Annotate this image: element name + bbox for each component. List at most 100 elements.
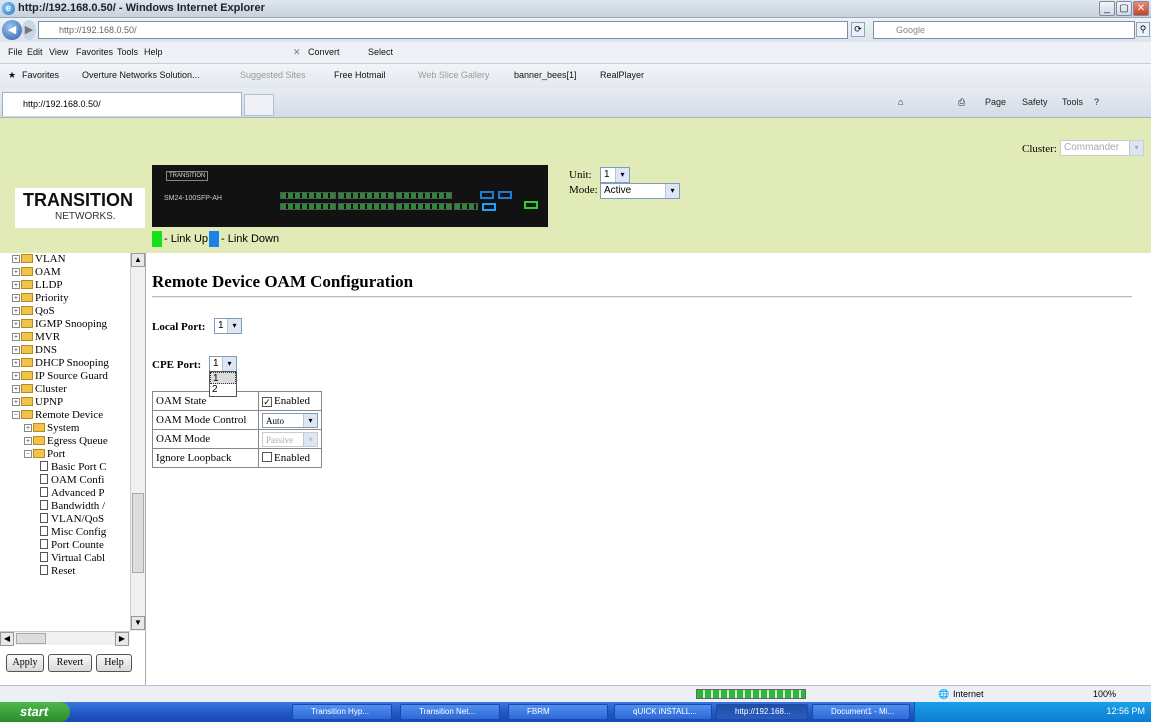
help-icon[interactable]: ?	[1094, 97, 1099, 107]
port-block[interactable]	[454, 203, 478, 210]
tree-item-igmp[interactable]: + IGMP Snooping	[12, 318, 107, 330]
revert-button[interactable]: Revert	[48, 654, 92, 672]
scroll-right-icon[interactable]: ▶	[115, 632, 129, 646]
scroll-up-icon[interactable]: ▲	[131, 253, 145, 267]
tree-item-egress-queue[interactable]: + Egress Queue	[24, 435, 130, 447]
close-button[interactable]: ✕	[1133, 1, 1149, 16]
minimize-button[interactable]: _	[1099, 1, 1115, 16]
tree-item-remote-device[interactable]: − Remote Device	[12, 409, 103, 421]
sfp-port[interactable]	[498, 191, 512, 199]
new-tab-button[interactable]	[244, 94, 274, 116]
select-button[interactable]: Select	[368, 47, 393, 57]
tree-item-virtual-cable[interactable]: Virtual Cabl	[40, 552, 130, 564]
menu-file[interactable]: File	[8, 47, 23, 57]
convert-button[interactable]: Convert	[308, 47, 340, 57]
taskbar-item[interactable]: Transition Net...	[400, 704, 500, 720]
tree-item-misc-config[interactable]: Misc Config	[40, 526, 130, 538]
cluster-select[interactable]: Commander ▾	[1060, 140, 1144, 156]
sfp-port[interactable]	[480, 191, 494, 199]
favorite-link[interactable]: Web Slice Gallery	[418, 70, 489, 80]
home-icon[interactable]: ⌂	[898, 97, 903, 107]
dropdown-option[interactable]: 1	[210, 372, 236, 384]
search-input[interactable]: Google	[873, 21, 1135, 39]
tree-item-advanced-port[interactable]: Advanced P	[40, 487, 130, 499]
oam-state-checkbox[interactable]: ✓	[262, 397, 272, 407]
forward-button[interactable]: ▶	[22, 20, 36, 40]
tree-item-upnp[interactable]: + UPNP	[12, 396, 63, 408]
menu-edit[interactable]: Edit	[27, 47, 43, 57]
refresh-icon[interactable]: ⟳	[851, 22, 865, 37]
port-block[interactable]	[396, 192, 452, 199]
tree-item-ip-source-guard[interactable]: + IP Source Guard	[12, 370, 108, 382]
print-icon[interactable]: ⎙	[958, 97, 965, 108]
back-button[interactable]: ◀	[2, 20, 22, 40]
taskbar-item-active[interactable]: http://192.168...	[716, 704, 808, 720]
sidebar-horizontal-scrollbar[interactable]: ◀ ▶	[0, 631, 130, 646]
tree-item-dhcp-snooping[interactable]: + DHCP Snooping	[12, 357, 109, 369]
tree-item-bandwidth[interactable]: Bandwidth /	[40, 500, 130, 512]
browser-tab[interactable]: http://192.168.0.50/	[2, 92, 242, 116]
menu-view[interactable]: View	[49, 47, 68, 57]
tree-item-oam-config[interactable]: OAM Confi	[40, 474, 130, 486]
mode-select[interactable]: Active ▾	[600, 183, 680, 199]
port-block[interactable]	[338, 192, 394, 199]
safety-menu[interactable]: Safety	[1022, 97, 1048, 107]
favorites-button[interactable]: Favorites	[22, 70, 59, 80]
tree-item-vlan[interactable]: + VLAN	[12, 253, 66, 265]
oam-mode-select[interactable]: Passive ▾	[262, 431, 318, 447]
local-port-select[interactable]: 1 ▾	[214, 318, 242, 334]
dropdown-option[interactable]: 2	[210, 384, 236, 396]
tree-item-reset[interactable]: Reset	[40, 565, 130, 577]
favorite-link[interactable]: Free Hotmail	[334, 70, 386, 80]
unit-select[interactable]: 1 ▾	[600, 167, 630, 183]
port-block[interactable]	[280, 192, 336, 199]
tree-item-qos[interactable]: + QoS	[12, 305, 55, 317]
port-block[interactable]	[396, 203, 452, 210]
ignore-loopback-checkbox[interactable]	[262, 452, 272, 462]
sidebar-vertical-scrollbar[interactable]: ▲ ▼	[130, 253, 145, 631]
help-button[interactable]: Help	[96, 654, 132, 672]
hscroll-thumb[interactable]	[16, 633, 46, 644]
tree-item-mvr[interactable]: + MVR	[12, 331, 60, 343]
tree-item-port[interactable]: − Port	[24, 448, 65, 460]
scroll-left-icon[interactable]: ◀	[0, 632, 14, 646]
sfp-port[interactable]	[524, 201, 538, 209]
port-block[interactable]	[280, 203, 336, 210]
tree-item-vlan-qos[interactable]: VLAN/QoS	[40, 513, 130, 525]
zoom-level[interactable]: 100%	[1093, 689, 1116, 699]
tree-item-basic-port[interactable]: Basic Port C	[40, 461, 130, 473]
port-block[interactable]	[338, 203, 394, 210]
favorite-link[interactable]: banner_bees[1]	[514, 70, 577, 80]
clock[interactable]: 12:56 PM	[1106, 706, 1145, 716]
start-button[interactable]: start	[0, 702, 70, 722]
favorite-link[interactable]: Suggested Sites	[240, 70, 306, 80]
tree-item-system[interactable]: + System	[24, 422, 79, 434]
close-toolbar-icon[interactable]: ✕	[293, 47, 301, 58]
page-menu[interactable]: Page	[985, 97, 1006, 107]
favorite-link[interactable]: Overture Networks Solution...	[82, 70, 200, 80]
taskbar-item[interactable]: Document1 - Mi...	[812, 704, 910, 720]
taskbar-item[interactable]: FBRM	[508, 704, 608, 720]
menu-tools[interactable]: Tools	[117, 47, 138, 57]
favorite-link[interactable]: RealPlayer	[600, 70, 644, 80]
tree-item-dns[interactable]: + DNS	[12, 344, 57, 356]
tree-item-port-counters[interactable]: Port Counte	[40, 539, 130, 551]
oam-mode-control-select[interactable]: Auto ▾	[262, 412, 318, 428]
tree-item-cluster[interactable]: + Cluster	[12, 383, 67, 395]
address-input[interactable]: http://192.168.0.50/	[38, 21, 848, 39]
scroll-thumb[interactable]	[132, 493, 144, 573]
taskbar-item[interactable]: qUICK iNSTALL...	[614, 704, 712, 720]
taskbar-item[interactable]: Transition Hyp...	[292, 704, 392, 720]
cpe-port-select[interactable]: 1 ▾	[209, 356, 237, 372]
tools-menu[interactable]: Tools	[1062, 97, 1083, 107]
apply-button[interactable]: Apply	[6, 654, 44, 672]
tree-item-lldp[interactable]: + LLDP	[12, 279, 63, 291]
tree-item-oam[interactable]: + OAM	[12, 266, 61, 278]
menu-help[interactable]: Help	[144, 47, 163, 57]
sfp-port[interactable]	[482, 203, 496, 211]
maximize-button[interactable]: ▢	[1116, 1, 1132, 16]
scroll-down-icon[interactable]: ▼	[131, 616, 145, 630]
search-icon[interactable]: ⚲	[1136, 22, 1150, 37]
menu-favorites[interactable]: Favorites	[76, 47, 113, 57]
tree-item-priority[interactable]: + Priority	[12, 292, 69, 304]
